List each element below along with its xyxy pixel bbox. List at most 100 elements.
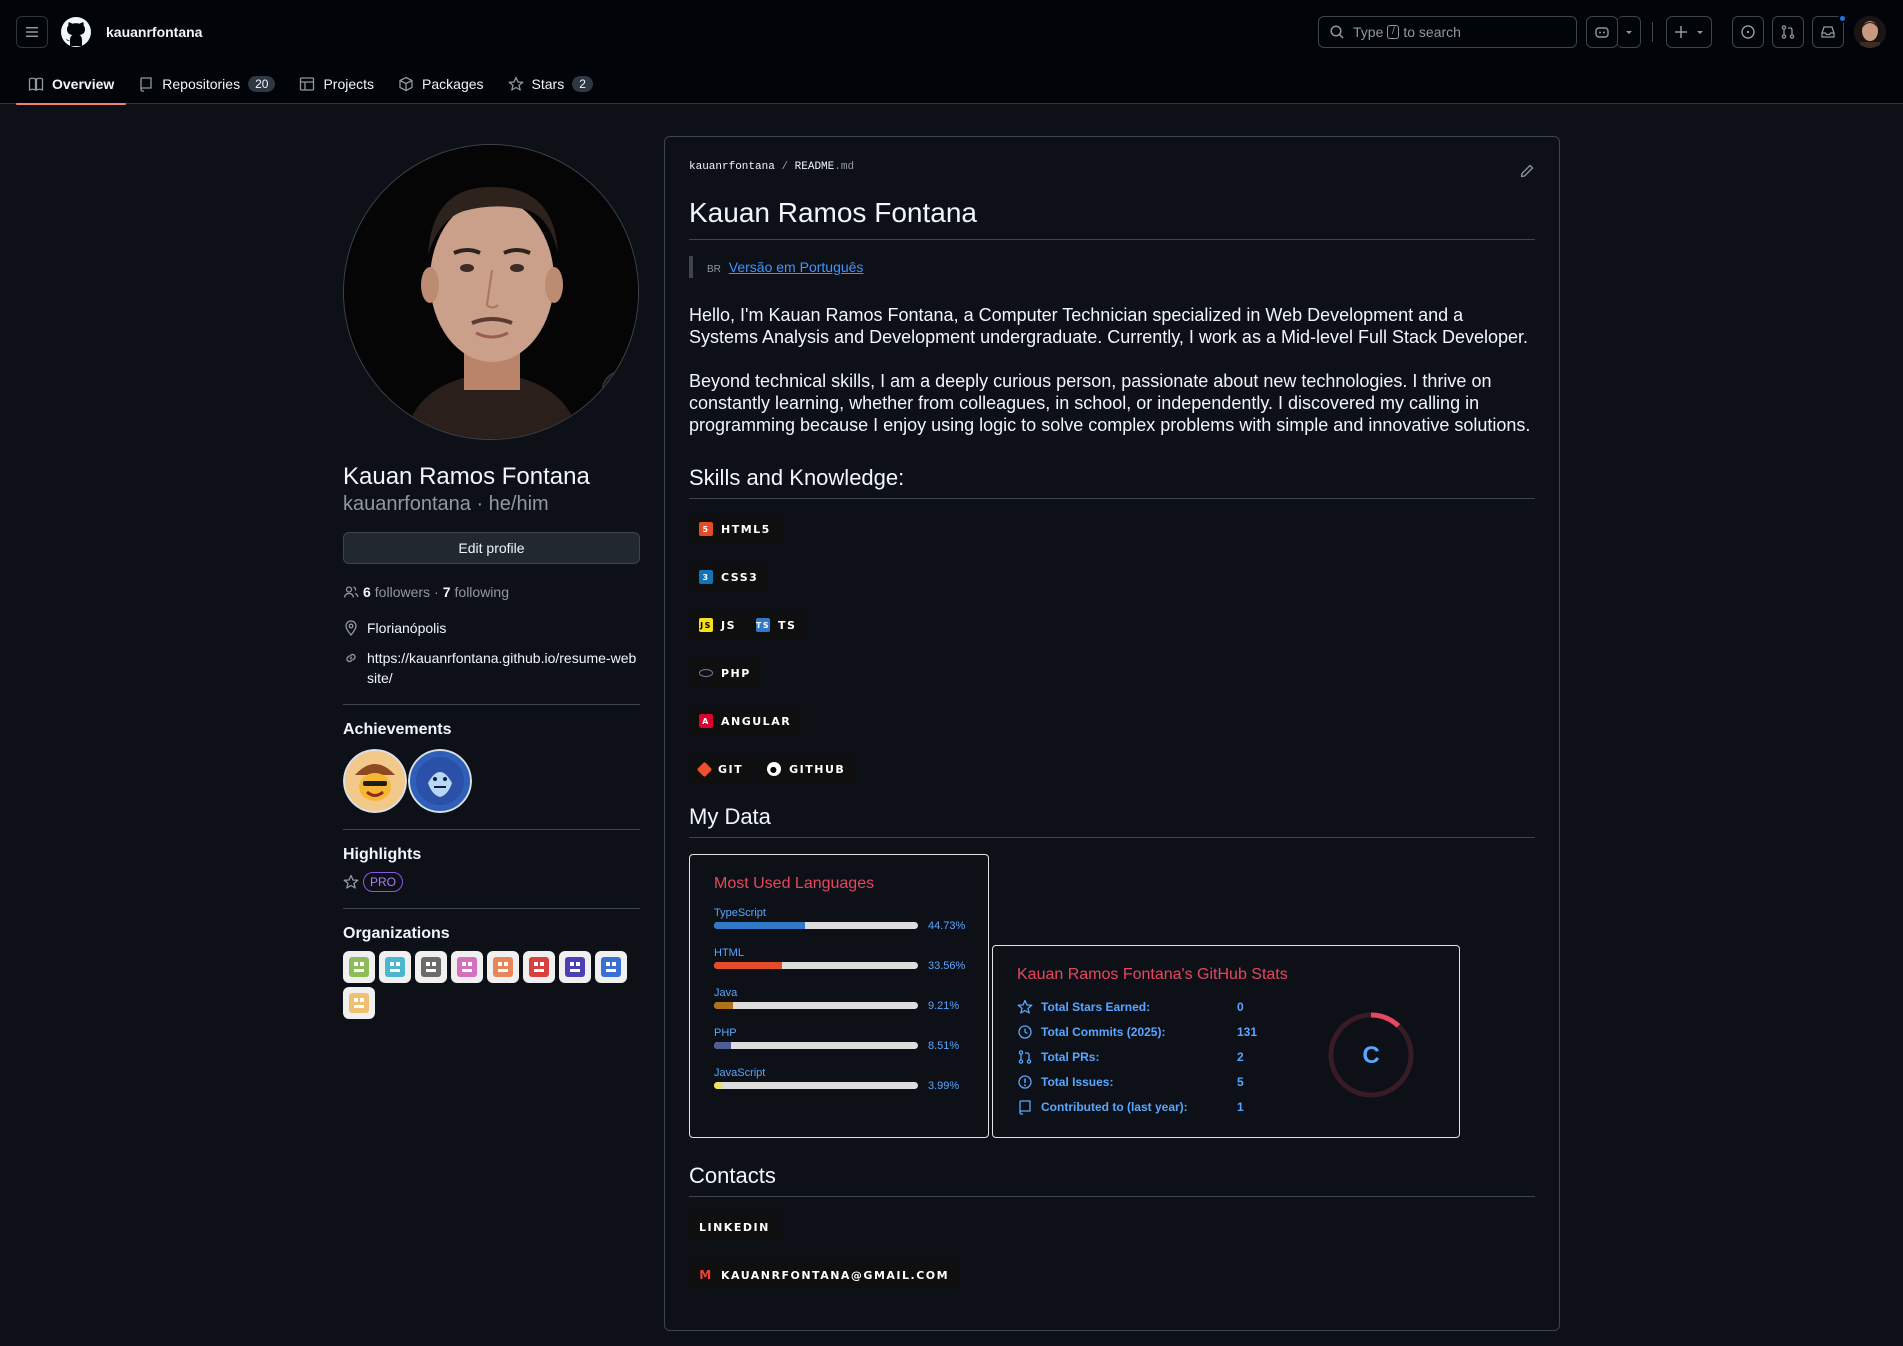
profile-tabs: Overview Repositories 20 Projects Packag… xyxy=(16,64,605,105)
contact-badges-row: LINKEDIN xyxy=(689,1213,1535,1241)
tab-packages-label: Packages xyxy=(422,76,484,92)
gmail-icon: M xyxy=(699,1268,713,1282)
header-username-link[interactable]: kauanrfontana xyxy=(106,24,202,40)
search-shortcut-key: / xyxy=(1387,25,1400,39)
languages-list: TypeScript 44.73% HTML 33.56% Java 9.21% PHP 8.… xyxy=(714,907,966,1093)
language-switch-quote: BR Versão em Português xyxy=(689,256,1535,278)
organization-avatar[interactable] xyxy=(379,951,411,983)
language-percent: 9.21% xyxy=(928,1000,960,1012)
organization-logo xyxy=(385,957,405,977)
tab-repositories[interactable]: Repositories 20 xyxy=(126,64,287,104)
pull-request-icon xyxy=(1018,1049,1032,1064)
search-input[interactable]: Type / to search xyxy=(1318,16,1577,48)
skill-badges-row: 5 HTML5 xyxy=(689,515,1535,543)
followers-label: followers xyxy=(374,584,431,600)
ts-badge: TS TS xyxy=(746,611,807,639)
tab-projects[interactable]: Projects xyxy=(287,64,386,104)
organization-avatar[interactable] xyxy=(559,951,591,983)
followers-link[interactable]: 6 followers xyxy=(363,584,430,600)
people-icon xyxy=(343,586,359,598)
highlights-list: PRO xyxy=(343,872,640,892)
star-icon xyxy=(1017,999,1033,1014)
copilot-dropdown-button[interactable] xyxy=(1617,16,1641,48)
language-percent: 3.99% xyxy=(928,1080,960,1092)
language-progress-fill xyxy=(714,1002,733,1009)
link-icon xyxy=(346,653,356,663)
search-placeholder-suffix: to search xyxy=(1403,24,1461,40)
edit-readme-pencil-icon[interactable] xyxy=(1519,163,1535,179)
language-percent: 44.73% xyxy=(928,920,966,932)
organization-logo xyxy=(421,957,441,977)
website-link[interactable]: https://kauanrfontana.github.io/resume-w… xyxy=(367,648,637,688)
achievement-badge-pull-shark[interactable] xyxy=(408,749,472,813)
my-data-heading: My Data xyxy=(689,803,1535,838)
javascript-icon: JS xyxy=(699,618,713,632)
table-icon xyxy=(300,77,315,91)
portuguese-version-link[interactable]: Versão em Português xyxy=(729,259,864,275)
triangle-down-icon xyxy=(1697,31,1703,34)
tab-stars[interactable]: Stars 2 xyxy=(496,64,605,104)
stat-label-text: Total PRs: xyxy=(1041,1049,1100,1064)
organization-avatar[interactable] xyxy=(595,951,627,983)
organization-avatar[interactable] xyxy=(487,951,519,983)
tab-overview-label: Overview xyxy=(52,76,115,92)
copilot-button[interactable] xyxy=(1586,16,1618,48)
organization-avatar[interactable] xyxy=(415,951,447,983)
profile-readme: kauanrfontana / README.md Kauan Ramos Fo… xyxy=(664,136,1560,1331)
readme-path-file[interactable]: README xyxy=(795,161,835,173)
language-name: Java xyxy=(714,987,738,999)
stat-value: 1 xyxy=(1237,1099,1244,1114)
create-new-button[interactable] xyxy=(1666,16,1712,48)
menu-icon xyxy=(26,27,38,37)
html5-badge: 5 HTML5 xyxy=(689,515,781,543)
language-name: JavaScript xyxy=(714,1067,766,1079)
package-icon xyxy=(399,76,413,92)
tab-repositories-label: Repositories xyxy=(162,76,241,92)
languages-card: Most Used Languages TypeScript 44.73% HTML… xyxy=(689,854,989,1138)
email-badge[interactable]: M KAUANRFONTANA@GMAIL.COM xyxy=(689,1261,960,1289)
stat-label: Total Stars Earned: xyxy=(1017,999,1237,1015)
plus-icon xyxy=(1675,26,1687,38)
user-avatar-button[interactable] xyxy=(1854,16,1886,48)
tab-packages[interactable]: Packages xyxy=(386,64,495,104)
skill-badges-row: PHP xyxy=(689,659,1535,687)
ts-badge-label: TS xyxy=(778,618,797,632)
hamburger-menu-button[interactable] xyxy=(16,16,48,48)
linkedin-badge[interactable]: LINKEDIN xyxy=(689,1213,780,1241)
language-progress-fill xyxy=(714,962,783,969)
github-logo-icon[interactable] xyxy=(60,16,92,48)
issues-button[interactable] xyxy=(1732,16,1764,48)
profile-avatar[interactable] xyxy=(343,144,639,440)
stat-label: Total Issues: xyxy=(1017,1074,1237,1090)
following-count: 7 xyxy=(442,584,451,600)
repo-icon xyxy=(1019,1099,1031,1115)
stat-label-text: Total Commits (2025): xyxy=(1041,1024,1166,1039)
stat-value: 2 xyxy=(1237,1049,1244,1064)
readme-path-user[interactable]: kauanrfontana xyxy=(689,161,775,173)
language-progress-bar xyxy=(714,962,918,969)
organization-avatar[interactable] xyxy=(523,951,555,983)
language-row: HTML 33.56% xyxy=(714,947,965,973)
profile-full-name: Kauan Ramos Fontana xyxy=(343,463,590,490)
organization-logo xyxy=(349,957,369,977)
repo-icon xyxy=(140,77,152,92)
set-status-button[interactable] xyxy=(602,371,638,409)
edit-profile-button[interactable]: Edit profile xyxy=(343,532,640,564)
pull-requests-button[interactable] xyxy=(1772,16,1804,48)
stat-label-text: Total Stars Earned: xyxy=(1041,999,1151,1014)
avatar xyxy=(1854,16,1886,48)
github-stats-card: Kauan Ramos Fontana's GitHub Stats Total… xyxy=(992,945,1460,1138)
location-text: Florianópolis xyxy=(367,620,447,636)
location-row: Florianópolis xyxy=(343,618,640,638)
intro-paragraph: Hello, I'm Kauan Ramos Fontana, a Comput… xyxy=(689,305,1529,347)
profile-handle-pronouns: kauanrfontana · he/him xyxy=(343,493,549,515)
organization-avatar[interactable] xyxy=(343,951,375,983)
achievement-badge-yolo[interactable] xyxy=(343,749,407,813)
following-link[interactable]: 7 following xyxy=(443,584,509,600)
organization-avatar[interactable] xyxy=(451,951,483,983)
organization-avatar[interactable] xyxy=(343,987,375,1019)
tab-overview[interactable]: Overview xyxy=(16,64,127,105)
stat-label: Total PRs: xyxy=(1017,1049,1237,1065)
organization-logo xyxy=(529,957,549,977)
readme-path-ext: .md xyxy=(834,161,855,173)
